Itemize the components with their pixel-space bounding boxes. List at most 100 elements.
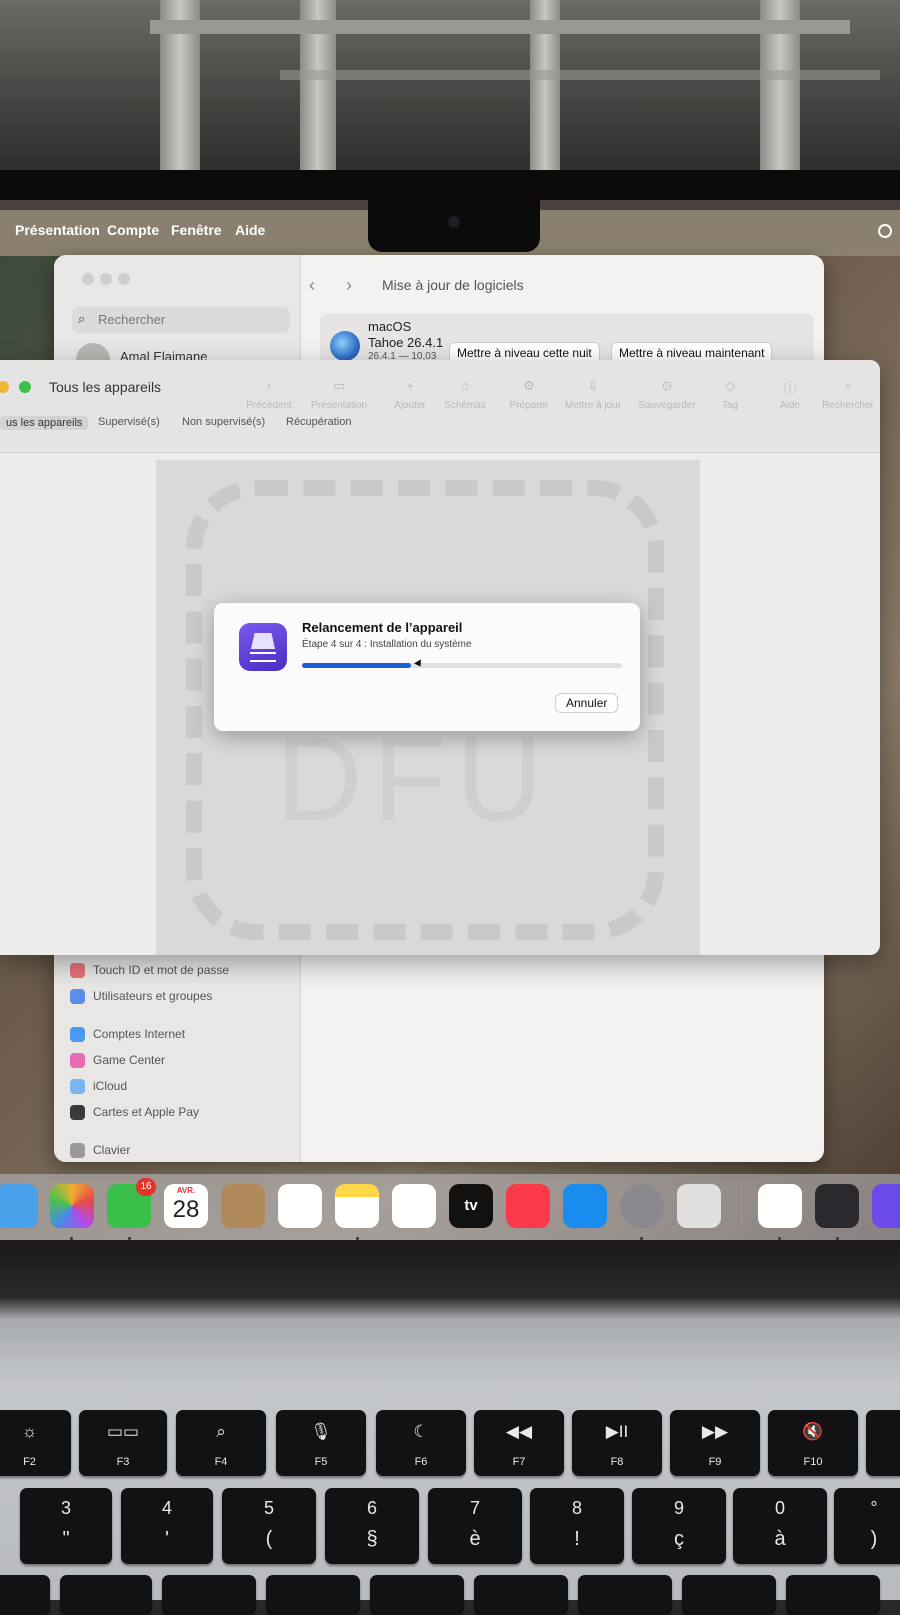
brightness-icon: ☼	[21, 1422, 38, 1441]
view-icon: ▭	[332, 378, 346, 393]
tab-recovery[interactable]: Récupération	[286, 416, 351, 428]
key-5[interactable]: 5(	[222, 1488, 316, 1564]
sidebar-item-game-center[interactable]: Game Center	[70, 1053, 165, 1069]
minimize-button[interactable]	[0, 381, 9, 393]
key-f8[interactable]: ▶II F8	[572, 1410, 662, 1476]
key-degree[interactable]: °)	[834, 1488, 900, 1564]
dialog-subtitle: Étape 4 sur 4 : Installation du système	[302, 639, 472, 650]
update-name: Tahoe 26.4.1	[368, 335, 444, 350]
key-0[interactable]: 0à	[733, 1488, 827, 1564]
freeform-icon[interactable]	[392, 1184, 436, 1228]
configurator-dock-icon[interactable]	[872, 1184, 900, 1228]
keyboard-deck: ☼ F2 ▭▭ F3 ⌕ F4 🎙 F5 ☾ F6 ◀◀ F7 ▶II F8 ▶▶ F9 🔇 F1…	[0, 1240, 900, 1615]
calendar-icon[interactable]: AVR. 28	[164, 1184, 208, 1228]
menu-aide[interactable]: Aide	[235, 222, 265, 238]
key-row[interactable]	[266, 1575, 360, 1615]
key-4[interactable]: 4 '	[121, 1488, 213, 1564]
tab-all-devices[interactable]: us les appareils	[0, 416, 89, 430]
key-f10[interactable]: 🔇 F10	[768, 1410, 858, 1476]
apple-tv-icon[interactable]: tv	[449, 1184, 493, 1228]
sidebar-item-keyboard[interactable]: Clavier	[70, 1143, 130, 1159]
system-settings-icon[interactable]	[620, 1184, 664, 1228]
app-store-icon[interactable]	[563, 1184, 607, 1228]
macos-icon	[330, 331, 360, 361]
facetime-badge: 16	[136, 1178, 156, 1196]
key-7[interactable]: 7è	[428, 1488, 522, 1564]
game-center-icon	[70, 1053, 85, 1069]
sidebar-item-wallet[interactable]: Cartes et Apple Pay	[70, 1105, 199, 1121]
dock-separator	[741, 1184, 742, 1228]
key-f3[interactable]: ▭▭ F3	[79, 1410, 167, 1476]
key-3[interactable]: 3 "	[20, 1488, 112, 1564]
back-button[interactable]: ‹	[309, 275, 315, 296]
search-placeholder: Rechercher	[98, 312, 166, 327]
update-os: macOS	[368, 319, 412, 334]
toolbar-search[interactable]: ⌕ Rechercher	[813, 378, 880, 411]
tab-supervised[interactable]: Supervisé(s)	[98, 416, 160, 428]
music-icon[interactable]	[506, 1184, 550, 1228]
moon-icon: ☾	[413, 1422, 429, 1441]
camera	[448, 216, 460, 228]
notes-icon[interactable]	[335, 1184, 379, 1228]
play-pause-icon: ▶II	[605, 1422, 629, 1441]
key-f11[interactable]	[866, 1410, 900, 1476]
key-row[interactable]	[162, 1575, 256, 1615]
sidebar-item-users[interactable]: Utilisateurs et groupes	[70, 989, 212, 1005]
minimize-button[interactable]	[100, 273, 112, 285]
sidebar-item-icloud[interactable]: iCloud	[70, 1079, 127, 1095]
menu-presentation[interactable]: Présentation	[15, 222, 100, 238]
gear-icon: ⚙	[523, 378, 535, 393]
key-8[interactable]: 8!	[530, 1488, 624, 1564]
key-row[interactable]	[682, 1575, 776, 1615]
key-6[interactable]: 6 §	[325, 1488, 419, 1564]
key-f7[interactable]: ◀◀ F7	[474, 1410, 564, 1476]
tab-unsupervised[interactable]: Non supervisé(s)	[182, 416, 265, 428]
menu-fenetre[interactable]: Fenêtre	[171, 222, 222, 238]
photos-icon[interactable]	[50, 1184, 94, 1228]
forward-button[interactable]: ›	[346, 275, 352, 296]
passwords-icon[interactable]	[758, 1184, 802, 1228]
fast-forward-icon: ▶▶	[701, 1422, 729, 1441]
toolbar-update[interactable]: ⇩ Mettre à jour	[558, 378, 628, 411]
blueprint-icon: ⌂	[461, 378, 469, 393]
key-f4[interactable]: ⌕ F4	[176, 1410, 266, 1476]
contacts-icon[interactable]	[221, 1184, 265, 1228]
toolbar-backup[interactable]: ⊙ Sauvegarder	[632, 378, 702, 411]
users-icon	[70, 989, 85, 1005]
zoom-button[interactable]	[118, 273, 130, 285]
key-row[interactable]	[370, 1575, 464, 1615]
sidebar-item-internet-accounts[interactable]: Comptes Internet	[70, 1027, 185, 1043]
key-row[interactable]	[786, 1575, 880, 1615]
key-f2[interactable]: ☼ F2	[0, 1410, 71, 1476]
key-f5[interactable]: 🎙 F5	[276, 1410, 366, 1476]
toolbar-blueprints[interactable]: ⌂ Schémas	[430, 378, 500, 411]
toolbar-prepare[interactable]: ⚙ Préparer	[494, 378, 564, 411]
key-row[interactable]	[60, 1575, 152, 1615]
backup-icon: ⊙	[661, 378, 673, 393]
key-row[interactable]	[578, 1575, 672, 1615]
menu-compte[interactable]: Compte	[107, 222, 159, 238]
configurator-app-icon	[239, 623, 287, 671]
zoom-button[interactable]	[19, 381, 31, 393]
sidebar-item-touch-id[interactable]: Touch ID et mot de passe	[70, 963, 229, 979]
reminders-icon[interactable]	[278, 1184, 322, 1228]
screen-record-icon[interactable]	[878, 224, 892, 238]
key-row[interactable]	[474, 1575, 568, 1615]
chevron-left-icon: ‹	[266, 378, 272, 393]
key-f6[interactable]: ☾ F6	[376, 1410, 466, 1476]
key-9[interactable]: 9ç	[632, 1488, 726, 1564]
close-button[interactable]	[82, 273, 94, 285]
key-row[interactable]	[0, 1575, 50, 1615]
quicktime-icon[interactable]	[815, 1184, 859, 1228]
cancel-button[interactable]: Annuler	[556, 694, 618, 712]
iphone-mirroring-icon[interactable]	[677, 1184, 721, 1228]
download-icon: ⇩	[587, 378, 599, 393]
page-title: Mise à jour de logiciels	[382, 277, 524, 293]
maps-icon[interactable]	[0, 1184, 38, 1228]
calendar-day: 28	[172, 1196, 200, 1223]
toolbar-presentation[interactable]: ▭ Présentation	[304, 378, 374, 411]
toolbar-previous[interactable]: ‹ Précédent	[234, 378, 304, 411]
icloud-icon	[70, 1079, 85, 1095]
settings-search[interactable]: ⌕ Rechercher	[72, 307, 290, 333]
key-f9[interactable]: ▶▶ F9	[670, 1410, 760, 1476]
